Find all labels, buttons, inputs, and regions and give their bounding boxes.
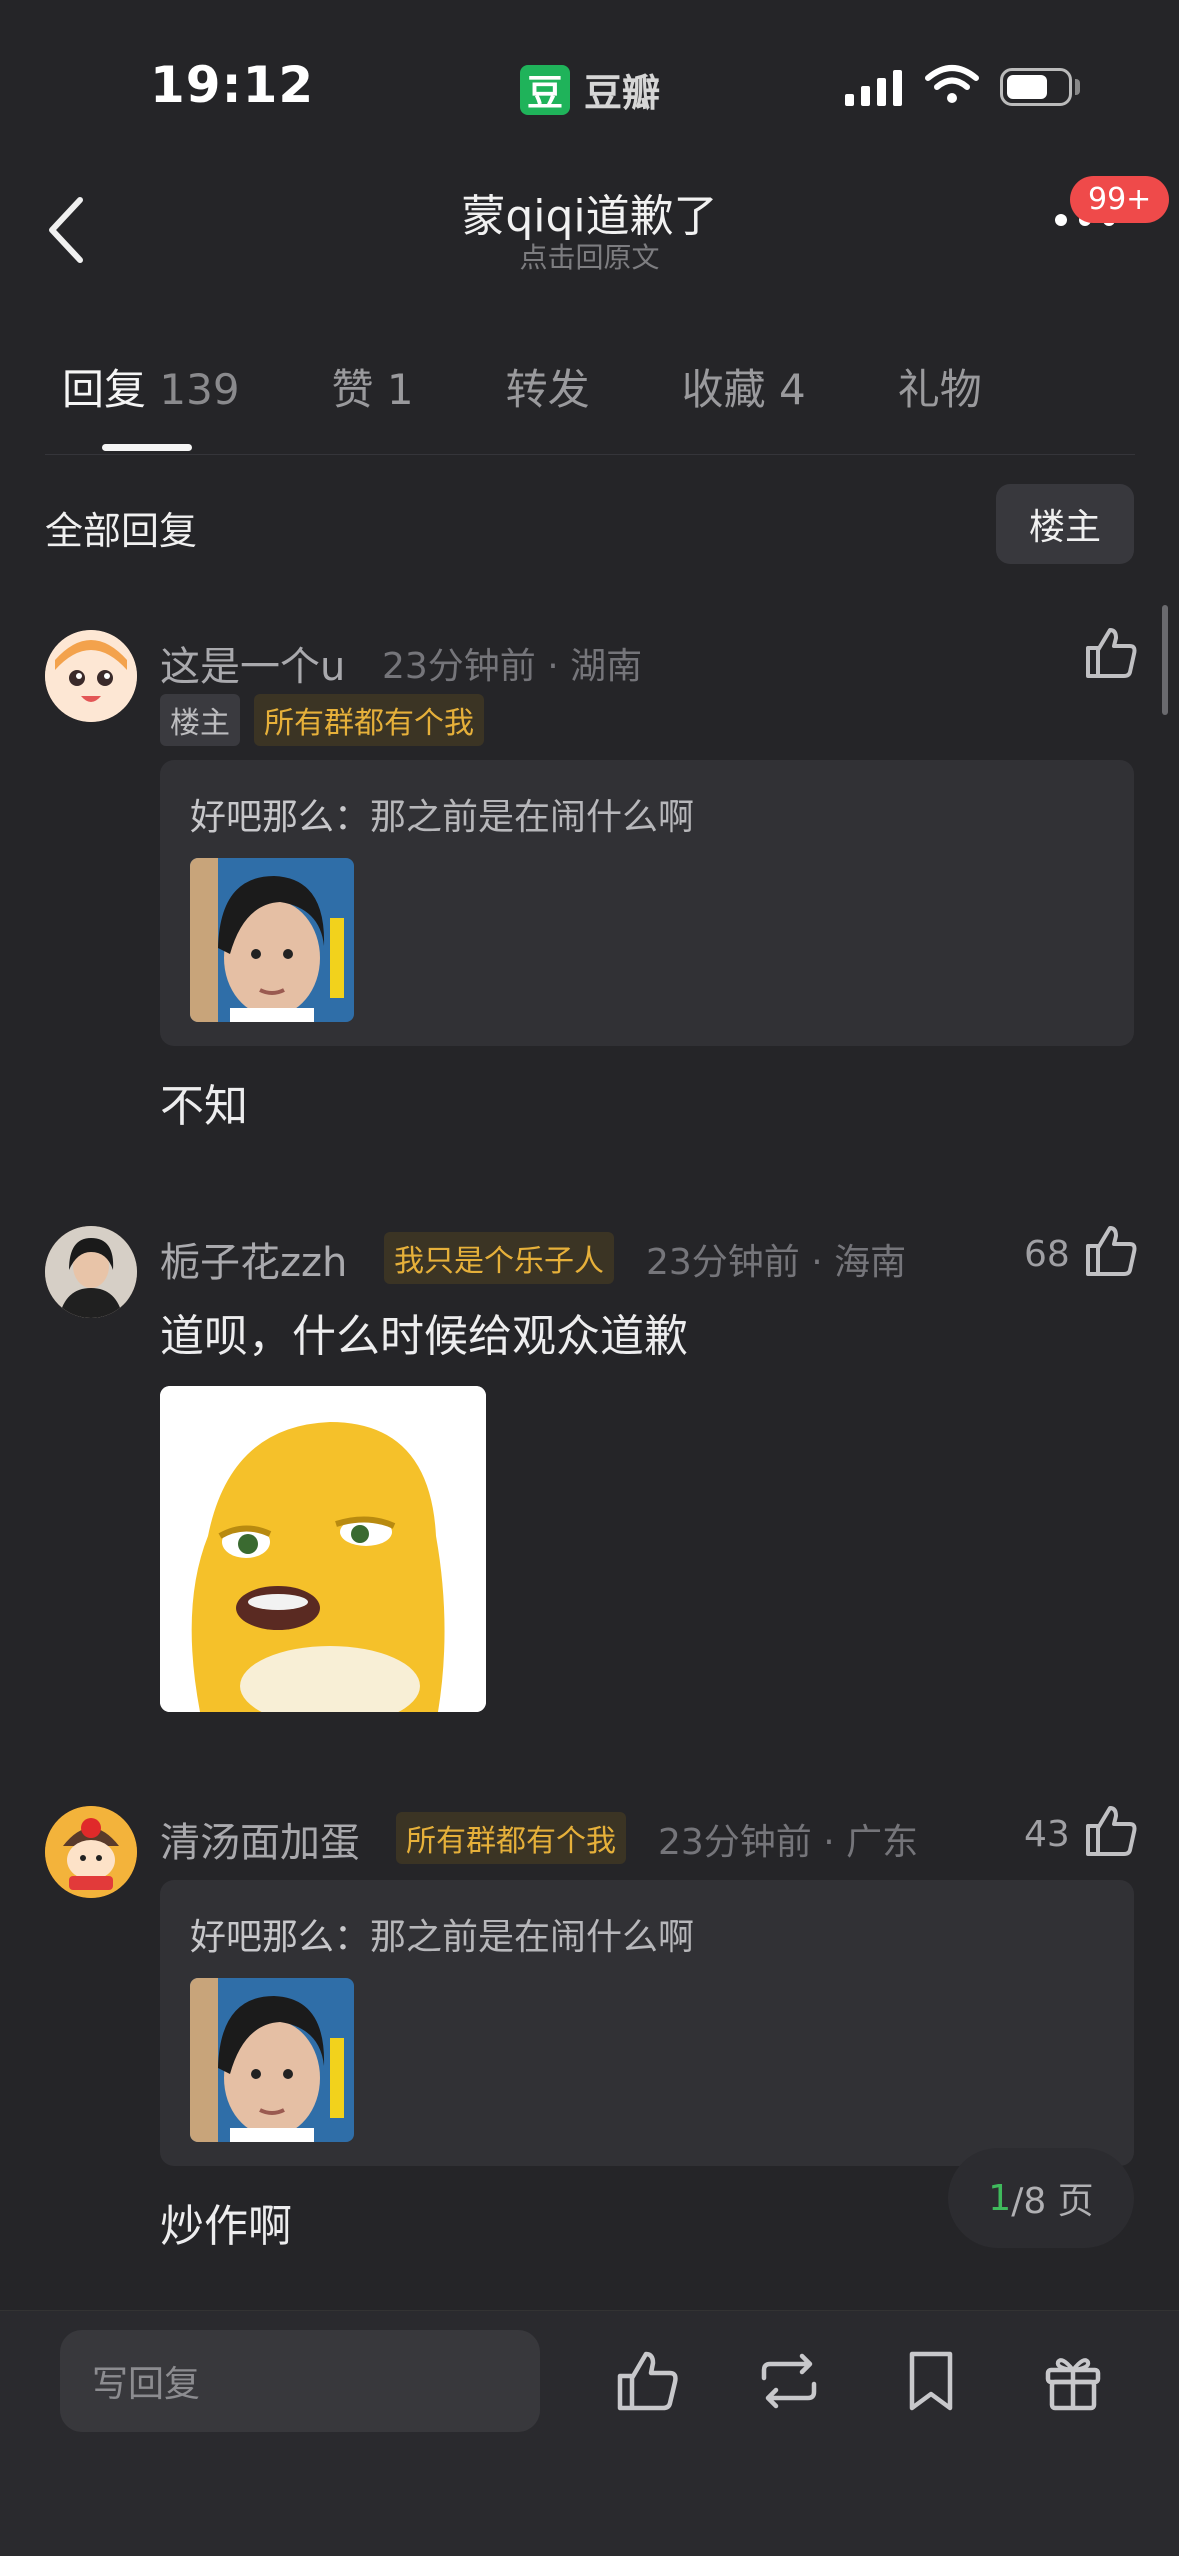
- tab-favorites[interactable]: 收藏 4: [682, 356, 806, 417]
- reply-input[interactable]: 写回复: [60, 2330, 540, 2432]
- scrollbar[interactable]: [1162, 605, 1168, 715]
- status-time: 19:12: [150, 56, 315, 114]
- like-icon[interactable]: [1082, 1222, 1140, 1280]
- tab-gifts[interactable]: 礼物: [898, 356, 982, 417]
- quoted-image[interactable]: [190, 858, 354, 1022]
- cartoon-avatar-icon: [45, 630, 137, 722]
- all-replies-label: 全部回复: [45, 509, 198, 553]
- like-count: 68: [1024, 1234, 1070, 1275]
- battery-icon: [1000, 68, 1072, 106]
- avatar[interactable]: [45, 630, 137, 722]
- yellow-character-sticker-icon: [160, 1386, 486, 1712]
- avatar[interactable]: [45, 1806, 137, 1898]
- status-app-indicator: 豆 豆瓣: [520, 62, 660, 117]
- quoted-reply[interactable]: 好吧那么：那之前是在闹什么啊: [160, 760, 1134, 1046]
- page-title[interactable]: 蒙qiqi道歉了: [0, 180, 1179, 244]
- comment-text: 不知: [160, 1081, 248, 1132]
- notification-badge: 99+: [1070, 176, 1170, 223]
- like-count: 43: [1024, 1814, 1070, 1855]
- comment-text: 道呗，什么时候给观众道歉: [160, 1311, 688, 1362]
- comment-username[interactable]: 栀子花zzh: [160, 1230, 347, 1288]
- tab-likes[interactable]: 赞 1: [332, 356, 414, 417]
- active-tab-indicator: [102, 444, 192, 451]
- repost-icon[interactable]: [754, 2346, 824, 2416]
- quoted-reply[interactable]: 好吧那么：那之前是在闹什么啊: [160, 1880, 1134, 2166]
- battery-tip: [1075, 79, 1080, 95]
- user-photo-icon: [45, 1226, 137, 1318]
- quoted-image[interactable]: [190, 1978, 354, 2142]
- cellular-signal-icon: [845, 68, 902, 106]
- group-badge: 所有群都有个我: [254, 694, 484, 746]
- portrait-photo-icon: [190, 1978, 354, 2142]
- quoted-text: 好吧那么：那之前是在闹什么啊: [190, 1917, 695, 1958]
- like-icon[interactable]: [1082, 1802, 1140, 1860]
- comment-meta: 23分钟前 · 海南: [646, 1242, 907, 1283]
- bookmark-icon[interactable]: [896, 2346, 966, 2416]
- op-badge: 楼主: [160, 694, 240, 746]
- tab-bar: 回复 139 赞 1 转发 收藏 4 礼物: [62, 356, 1074, 417]
- portrait-photo-icon: [190, 858, 354, 1022]
- cartoon-avatar-icon: [45, 1806, 137, 1898]
- status-app-name: 豆瓣: [584, 71, 661, 115]
- avatar[interactable]: [45, 1226, 137, 1318]
- tab-replies[interactable]: 回复 139: [62, 356, 240, 417]
- comment-username[interactable]: 清汤面加蛋: [160, 1810, 360, 1868]
- op-only-filter-button[interactable]: 楼主: [996, 484, 1134, 564]
- like-icon[interactable]: [612, 2346, 682, 2416]
- divider: [45, 454, 1135, 455]
- douban-logo-icon: 豆: [520, 64, 570, 115]
- group-badge: 所有群都有个我: [396, 1812, 626, 1864]
- tab-reposts[interactable]: 转发: [506, 356, 590, 417]
- back-to-original-link[interactable]: 点击回原文: [0, 236, 1179, 276]
- comment-meta: 23分钟前 · 广东: [658, 1822, 919, 1863]
- comment-meta: 23分钟前 · 湖南: [382, 646, 643, 687]
- comment-text: 炒作啊: [160, 2201, 292, 2252]
- page-indicator-button[interactable]: 1/8 页: [948, 2148, 1134, 2248]
- comment-image[interactable]: [160, 1386, 486, 1712]
- like-icon[interactable]: [1082, 624, 1140, 682]
- comment-username[interactable]: 这是一个u: [160, 634, 345, 692]
- group-badge: 我只是个乐子人: [384, 1232, 614, 1284]
- gift-icon[interactable]: [1038, 2346, 1108, 2416]
- quoted-text: 好吧那么：那之前是在闹什么啊: [190, 797, 695, 838]
- wifi-icon: [925, 65, 979, 103]
